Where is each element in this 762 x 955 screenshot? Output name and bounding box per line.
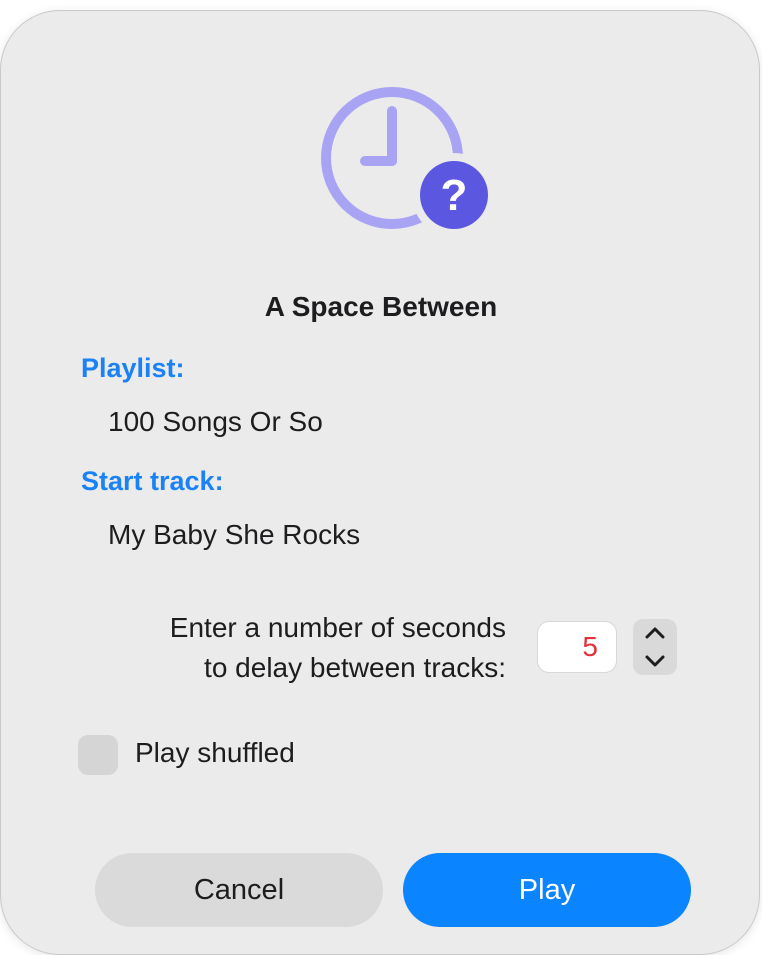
cancel-button[interactable]: Cancel [95, 853, 383, 927]
delay-seconds-input[interactable] [537, 621, 617, 673]
delay-label-line2: to delay between tracks: [204, 652, 506, 683]
chevron-up-icon [645, 627, 665, 639]
playlist-value: 100 Songs Or So [108, 406, 323, 437]
chevron-down-icon [645, 655, 665, 667]
dialog-title: A Space Between [264, 291, 498, 322]
clock-question-icon: ? [321, 87, 496, 237]
shuffle-checkbox[interactable] [78, 735, 118, 775]
stepper-up-button[interactable] [633, 619, 677, 647]
shuffle-label[interactable]: Play shuffled [135, 737, 295, 769]
svg-text:?: ? [441, 171, 468, 220]
delay-label: Enter a number of seconds to delay betwe… [170, 608, 506, 688]
delay-stepper[interactable] [633, 619, 677, 675]
delay-dialog: ? A Space Between Playlist: 100 Songs Or… [0, 10, 760, 955]
play-button[interactable]: Play [403, 853, 691, 927]
stepper-down-button[interactable] [633, 647, 677, 675]
start-track-label: Start track: [81, 466, 224, 496]
delay-label-line1: Enter a number of seconds [169, 612, 506, 643]
playlist-label: Playlist: [81, 353, 185, 383]
start-track-value: My Baby She Rocks [108, 519, 361, 550]
